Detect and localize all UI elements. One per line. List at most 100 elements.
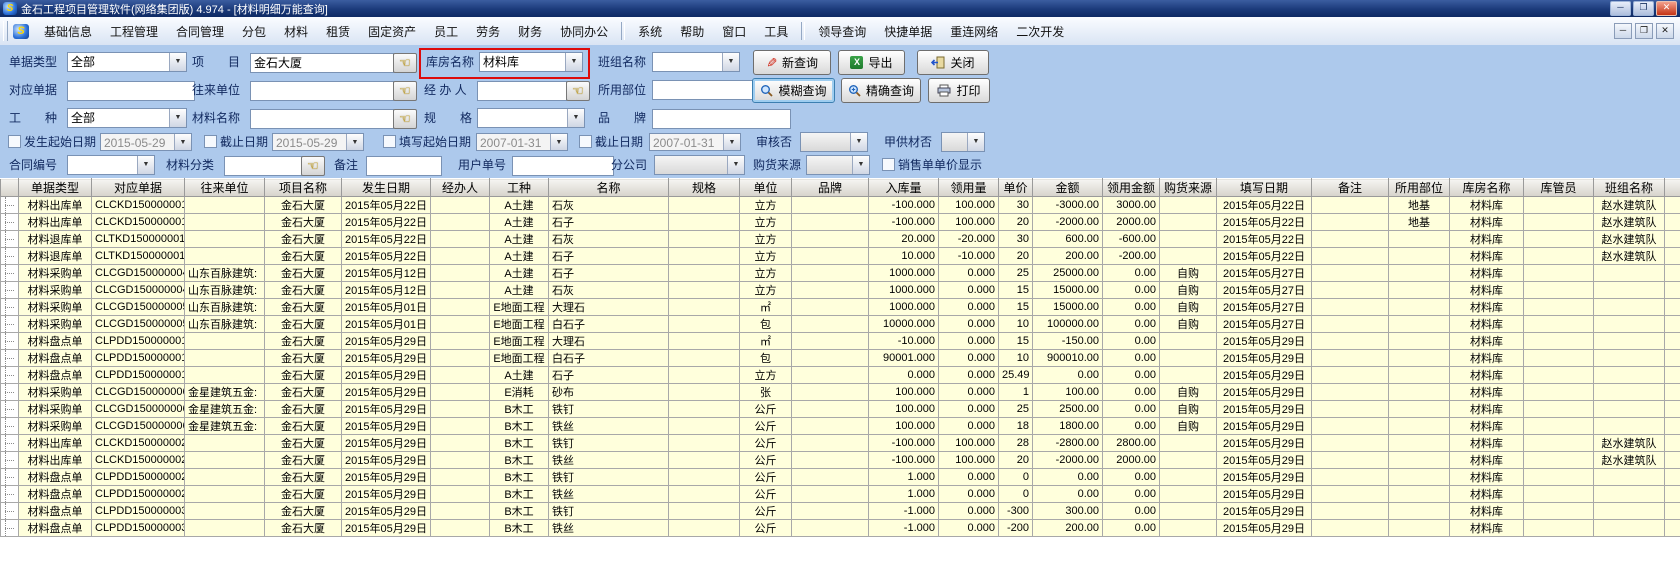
table-cell[interactable]: 铁钉 xyxy=(549,401,669,418)
table-cell[interactable] xyxy=(1524,367,1594,384)
table-cell[interactable] xyxy=(792,418,869,435)
material-name-input[interactable] xyxy=(250,109,394,129)
table-cell[interactable]: 赵水建筑队 xyxy=(1594,197,1665,214)
audited-select[interactable]: ▼ xyxy=(800,132,868,152)
table-cell[interactable]: 金石大厦 xyxy=(265,282,342,299)
table-cell[interactable]: 15 xyxy=(999,299,1033,316)
table-cell[interactable] xyxy=(1312,265,1389,282)
table-cell[interactable] xyxy=(669,214,740,231)
table-cell[interactable]: 0.000 xyxy=(939,520,999,537)
table-cell[interactable] xyxy=(792,282,869,299)
table-cell[interactable] xyxy=(185,503,265,520)
handler-input[interactable] xyxy=(477,81,567,101)
table-cell[interactable]: 材料出库单 xyxy=(19,197,92,214)
fill-end-checkbox[interactable] xyxy=(579,135,592,148)
table-cell[interactable]: 金石大厦 xyxy=(265,486,342,503)
table-cell[interactable]: 材料盘点单 xyxy=(19,520,92,537)
table-cell[interactable]: 0.000 xyxy=(939,418,999,435)
table-cell[interactable]: 0.00 xyxy=(1103,469,1160,486)
table-cell[interactable]: A土建 xyxy=(490,265,549,282)
table-cell[interactable]: CLPDD150000001 xyxy=(92,333,185,350)
table-cell[interactable]: 材料库 xyxy=(1450,248,1524,265)
table-cell[interactable] xyxy=(1524,316,1594,333)
menu-item[interactable]: 系统 xyxy=(629,20,671,43)
table-cell[interactable]: 2015年05月22日 xyxy=(342,248,431,265)
table-cell[interactable]: 2015年05月22日 xyxy=(1217,214,1312,231)
table-row[interactable]: 材料盘点单CLPDD150000003金石大厦2015年05月29日B木工铁钉公… xyxy=(1,503,1680,520)
table-cell[interactable]: 材料库 xyxy=(1450,197,1524,214)
table-cell[interactable]: 立方 xyxy=(740,231,792,248)
table-cell[interactable]: 自购 xyxy=(1160,418,1217,435)
table-cell[interactable] xyxy=(669,503,740,520)
table-cell[interactable] xyxy=(792,401,869,418)
table-cell[interactable] xyxy=(669,469,740,486)
table-row[interactable]: 材料采购单CLCGD150000004山东百脉建筑:金石大厦2015年05月12… xyxy=(1,282,1680,299)
table-cell[interactable]: 1800.00 xyxy=(1033,418,1103,435)
table-cell[interactable]: 材料库 xyxy=(1450,231,1524,248)
table-cell[interactable]: 大理石 xyxy=(549,299,669,316)
table-cell[interactable]: 材料盘点单 xyxy=(19,486,92,503)
table-cell[interactable]: CLCGD150000006 xyxy=(92,401,185,418)
table-cell[interactable] xyxy=(1524,231,1594,248)
table-cell[interactable]: 0.00 xyxy=(1103,350,1160,367)
table-cell[interactable] xyxy=(1524,469,1594,486)
table-cell[interactable]: 自购 xyxy=(1160,316,1217,333)
table-cell[interactable]: 白石子 xyxy=(549,316,669,333)
table-cell[interactable] xyxy=(1389,282,1450,299)
table-cell[interactable]: 2015年05月22日 xyxy=(1217,197,1312,214)
table-cell[interactable]: 25000.00 xyxy=(1033,265,1103,282)
table-cell[interactable]: 张 xyxy=(740,384,792,401)
column-header[interactable]: 领用量 xyxy=(939,179,999,197)
table-cell[interactable] xyxy=(1160,231,1217,248)
table-cell[interactable]: 材料采购单 xyxy=(19,384,92,401)
export-button[interactable]: X导出 xyxy=(838,50,905,75)
table-cell[interactable]: 3000.00 xyxy=(1103,197,1160,214)
table-cell[interactable]: 材料采购单 xyxy=(19,418,92,435)
table-cell[interactable]: 2000.00 xyxy=(1103,214,1160,231)
brand-input[interactable] xyxy=(652,109,791,129)
table-cell[interactable]: 2015年05月29日 xyxy=(342,384,431,401)
table-cell[interactable]: -150.00 xyxy=(1033,333,1103,350)
table-cell[interactable]: CLPDD150000002 xyxy=(92,486,185,503)
column-header[interactable]: 单价 xyxy=(999,179,1033,197)
table-cell[interactable]: 0.00 xyxy=(1103,520,1160,537)
table-cell[interactable]: 自购 xyxy=(1160,265,1217,282)
table-cell[interactable]: 材料库 xyxy=(1450,418,1524,435)
table-cell[interactable]: 材料库 xyxy=(1450,265,1524,282)
table-cell[interactable]: 金石大厦 xyxy=(265,401,342,418)
table-cell[interactable] xyxy=(792,316,869,333)
table-cell[interactable]: B木工 xyxy=(490,469,549,486)
table-cell[interactable]: A土建 xyxy=(490,367,549,384)
table-cell[interactable] xyxy=(1312,486,1389,503)
table-cell[interactable] xyxy=(431,265,490,282)
table-cell[interactable] xyxy=(1160,214,1217,231)
column-header[interactable]: 金额 xyxy=(1033,179,1103,197)
table-cell[interactable]: 0.000 xyxy=(939,316,999,333)
table-cell[interactable]: A土建 xyxy=(490,282,549,299)
table-cell[interactable]: 18 xyxy=(999,418,1033,435)
table-cell[interactable]: 2015年05月01日 xyxy=(342,316,431,333)
table-cell[interactable]: 2015年05月12日 xyxy=(342,282,431,299)
table-cell[interactable]: 公斤 xyxy=(740,435,792,452)
table-cell[interactable]: 15000.00 xyxy=(1033,299,1103,316)
column-header[interactable]: 品牌 xyxy=(792,179,869,197)
table-cell[interactable] xyxy=(431,469,490,486)
table-cell[interactable]: 2015年05月29日 xyxy=(342,452,431,469)
table-row[interactable]: 材料盘点单CLPDD150000001金石大厦2015年05月29日A土建石子立… xyxy=(1,367,1680,384)
occur-start-date[interactable]: 2015-05-29▼ xyxy=(100,133,192,151)
column-header[interactable]: 对应单据 xyxy=(92,179,185,197)
table-cell[interactable]: 材料库 xyxy=(1450,520,1524,537)
table-cell[interactable]: CLPDD150000001 xyxy=(92,367,185,384)
table-cell[interactable]: E地面工程 xyxy=(490,299,549,316)
table-cell[interactable] xyxy=(1389,384,1450,401)
menu-item[interactable]: 基础信息 xyxy=(35,20,101,43)
tree-expand-cell[interactable] xyxy=(1,367,19,384)
table-cell[interactable]: CLPDD150000003 xyxy=(92,520,185,537)
table-cell[interactable] xyxy=(1524,503,1594,520)
table-row[interactable]: 材料采购单CLCGD150000006金星建筑五金:金石大厦2015年05月29… xyxy=(1,401,1680,418)
table-cell[interactable]: 金石大厦 xyxy=(265,316,342,333)
table-cell[interactable]: 100.000 xyxy=(939,214,999,231)
table-cell[interactable]: 自购 xyxy=(1160,282,1217,299)
fill-start-checkbox[interactable] xyxy=(383,135,396,148)
column-header[interactable]: 单位 xyxy=(740,179,792,197)
